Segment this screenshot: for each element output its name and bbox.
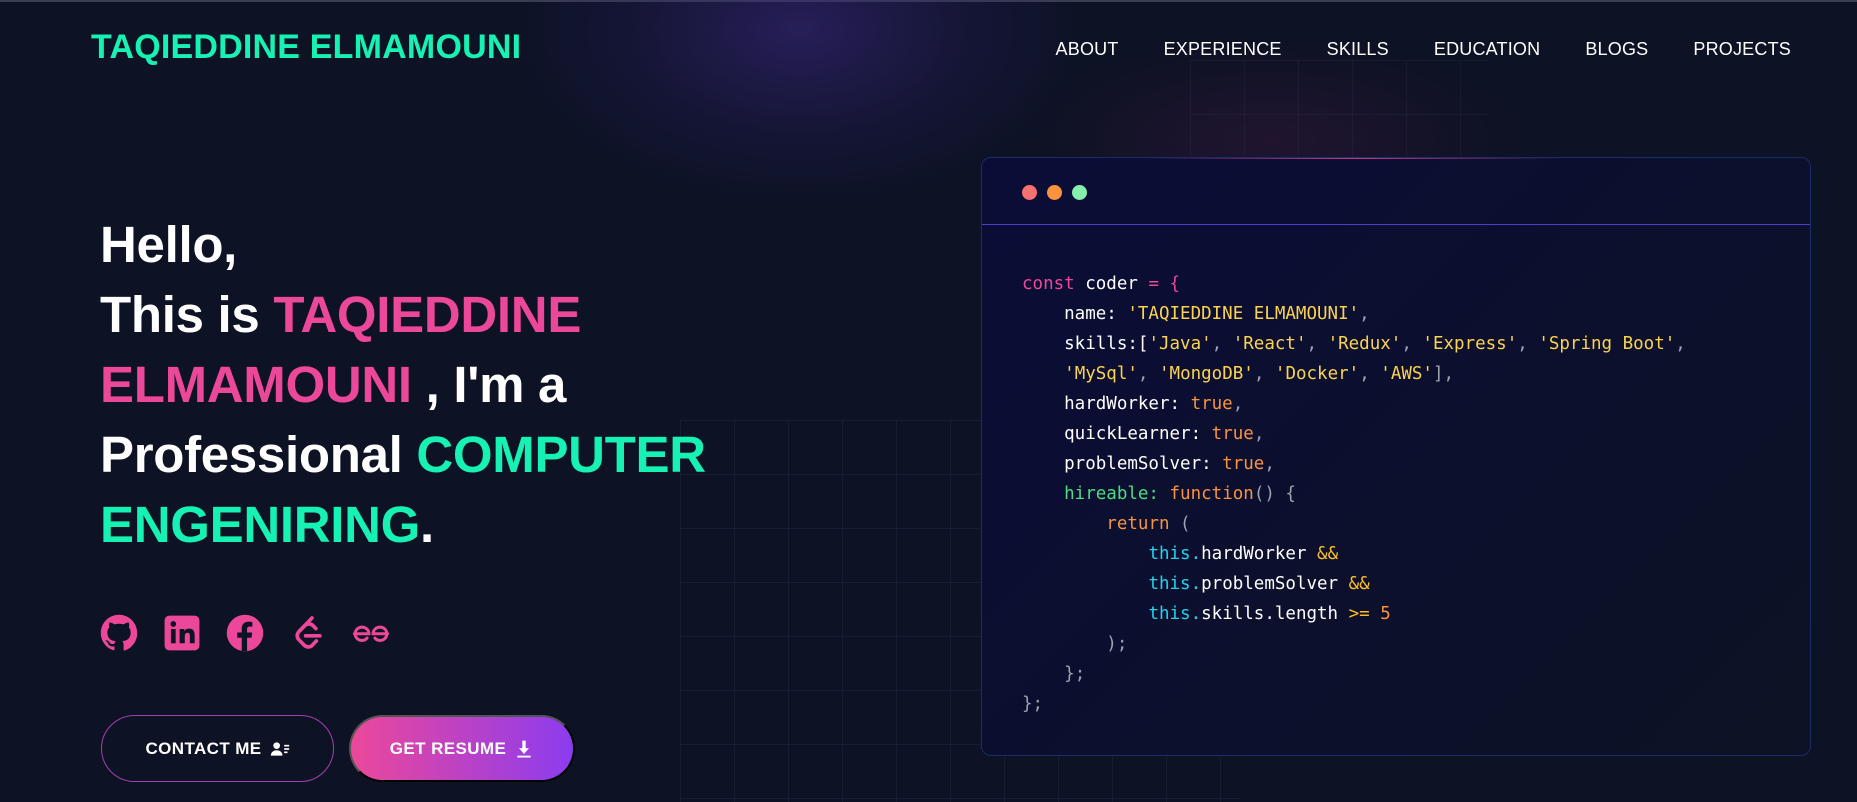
- code-window-titlebar: [982, 158, 1810, 225]
- contact-me-label: CONTACT ME: [145, 738, 262, 758]
- facebook-icon[interactable]: [226, 614, 264, 652]
- code-window: const coder = { name: 'TAQIEDDINE ELMAMO…: [981, 157, 1811, 756]
- nav-link-skills[interactable]: SKILLS: [1327, 39, 1389, 60]
- nav-link-education[interactable]: EDUCATION: [1434, 39, 1540, 60]
- brand-logo-link[interactable]: TAQIEDDINE ELMAMOUNI: [91, 28, 521, 67]
- window-dot-orange: [1047, 185, 1062, 200]
- hero-this-is: This is: [100, 286, 274, 343]
- background-grid-top: [1190, 60, 1490, 160]
- nav-link-experience[interactable]: EXPERIENCE: [1164, 39, 1282, 60]
- social-links: [100, 614, 390, 652]
- hero-period: .: [420, 496, 434, 553]
- window-dot-red: [1022, 185, 1037, 200]
- window-dot-green: [1072, 185, 1087, 200]
- nav-link-blogs[interactable]: BLOGS: [1585, 39, 1648, 60]
- code-block: const coder = { name: 'TAQIEDDINE ELMAMO…: [1022, 274, 1686, 714]
- hero-heading: Hello, This is TAQIEDDINE ELMAMOUNI , I'm…: [100, 210, 780, 560]
- leetcode-icon[interactable]: [289, 614, 327, 652]
- linkedin-icon[interactable]: [163, 614, 201, 652]
- geeksforgeeks-icon[interactable]: [352, 614, 390, 652]
- top-border: [0, 0, 1857, 2]
- contact-me-button[interactable]: CONTACT ME: [101, 715, 334, 782]
- contact-card-icon: [270, 741, 289, 756]
- hero-hello: Hello,: [100, 216, 238, 273]
- nav-link-projects[interactable]: PROJECTS: [1693, 39, 1791, 60]
- github-icon[interactable]: [100, 614, 138, 652]
- get-resume-button[interactable]: GET RESUME: [349, 715, 575, 782]
- nav-link-about[interactable]: ABOUT: [1056, 39, 1119, 60]
- get-resume-label: GET RESUME: [389, 738, 507, 758]
- download-icon: [517, 740, 531, 757]
- main-nav: ABOUT EXPERIENCE SKILLS EDUCATION BLOGS …: [1056, 39, 1791, 60]
